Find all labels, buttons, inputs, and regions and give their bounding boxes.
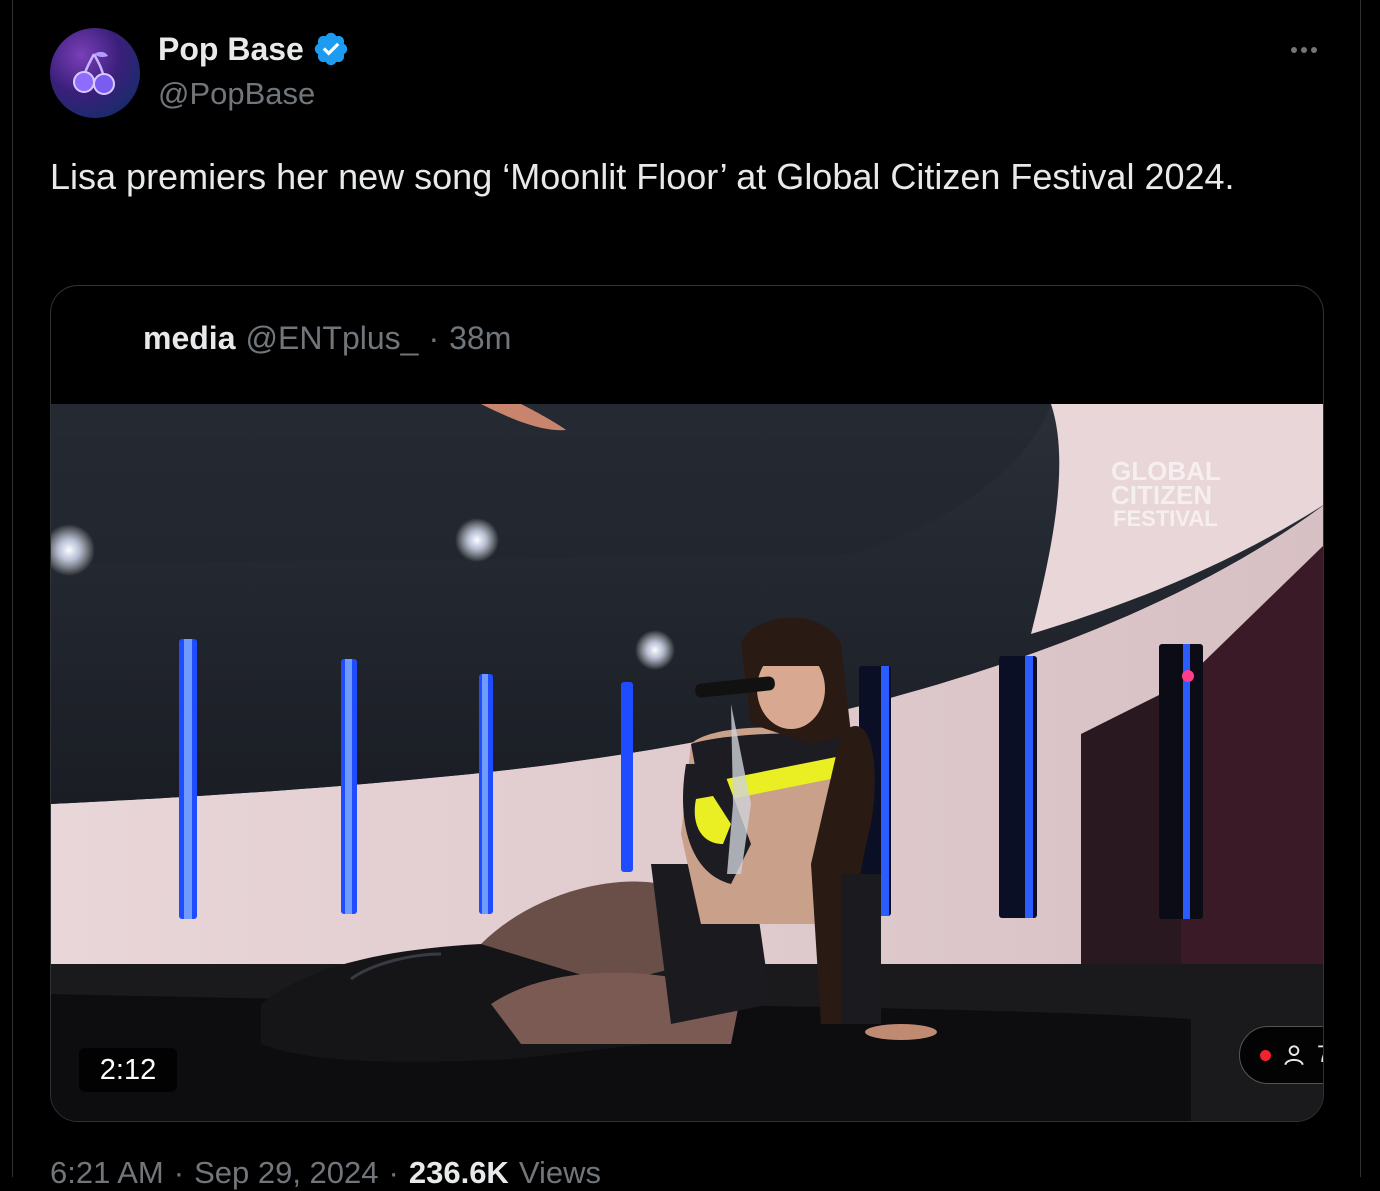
tweet-meta: 6:21 AM · Sep 29, 2024 · 236.6K Views — [50, 1155, 601, 1191]
more-dot-icon — [1291, 47, 1297, 53]
viewer-count: 7 — [1317, 1041, 1323, 1069]
quote-timestamp[interactable]: 38m — [449, 320, 511, 357]
verified-badge-icon — [314, 32, 348, 66]
author-display-name[interactable]: Pop Base — [158, 31, 304, 68]
tweet-date[interactable]: Sep 29, 2024 — [194, 1155, 378, 1191]
live-viewers-pill[interactable]: 7 — [1239, 1026, 1323, 1084]
cherry-icon — [73, 51, 115, 95]
video-frame: GLOBAL CITIZEN FESTIVAL — [51, 404, 1323, 1121]
quote-handle[interactable]: @ENTplus_ — [245, 320, 418, 357]
video-watermark-line3: FESTIVAL — [1113, 506, 1218, 531]
tweet-text: Lisa premiers her new song ‘Moonlit Floo… — [50, 156, 1235, 197]
person-icon — [1284, 1045, 1304, 1066]
author-handle[interactable]: @PopBase — [158, 76, 315, 112]
quoted-tweet-card[interactable]: media @ENTplus_ · 38m GLOBAL CITIZEN FES… — [50, 285, 1324, 1122]
views-label: Views — [518, 1155, 601, 1190]
quote-header: media @ENTplus_ · 38m — [143, 320, 511, 357]
meta-separator-2: · — [388, 1155, 399, 1190]
video-duration-badge: 2:12 — [79, 1048, 177, 1092]
quote-avatar[interactable] — [71, 318, 111, 358]
video-player[interactable]: GLOBAL CITIZEN FESTIVAL 2:12 7 — [51, 404, 1323, 1121]
meta-separator: · — [173, 1155, 185, 1190]
views-count: 236.6K — [408, 1155, 509, 1190]
more-dot-icon — [1311, 47, 1317, 53]
tweet-time[interactable]: 6:21 AM — [50, 1155, 164, 1191]
author-avatar[interactable] — [50, 28, 140, 118]
live-dot-icon — [1260, 1049, 1271, 1061]
more-options-button[interactable] — [1282, 36, 1326, 64]
author-name-row[interactable]: Pop Base — [158, 30, 350, 68]
more-dot-icon — [1301, 47, 1307, 53]
quote-display-name[interactable]: media — [143, 320, 235, 357]
quote-separator: · — [428, 320, 440, 356]
